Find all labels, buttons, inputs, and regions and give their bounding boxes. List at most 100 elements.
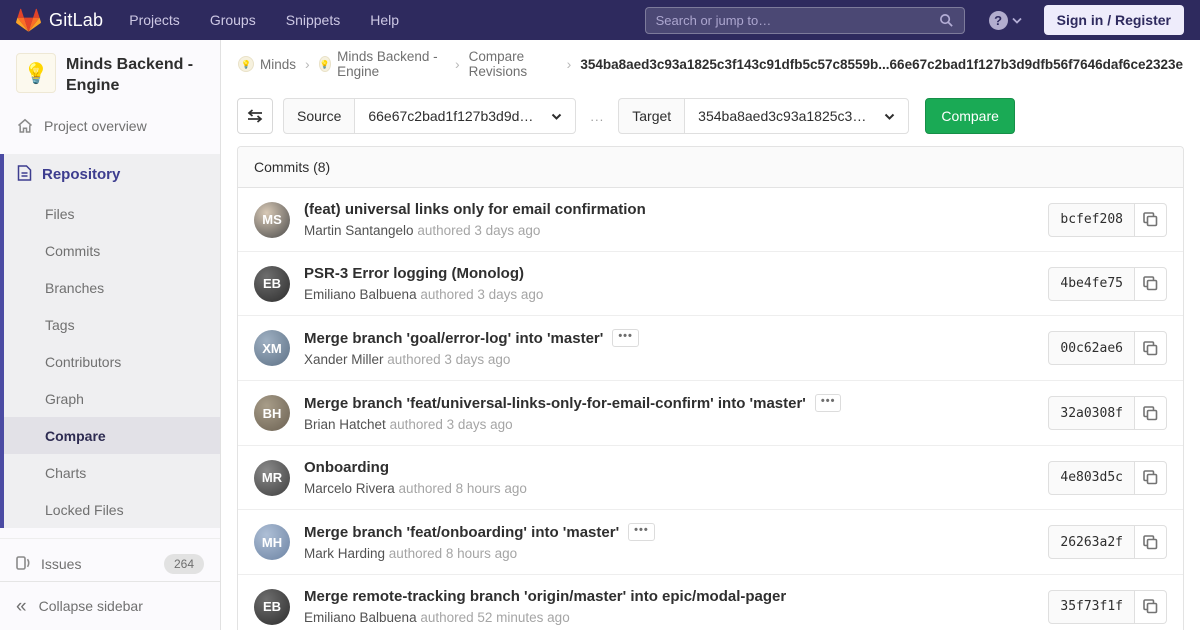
gitlab-logo[interactable]: GitLab [16, 8, 103, 33]
sidebar-item-locked-files[interactable]: Locked Files [4, 491, 220, 528]
commit-row: XM Merge branch 'goal/error-log' into 'm… [238, 316, 1183, 381]
commit-author-link[interactable]: Xander Miller [304, 352, 384, 367]
copy-commit-sha-button[interactable] [1135, 266, 1167, 301]
swap-revisions-button[interactable] [237, 98, 273, 134]
copy-commit-sha-button[interactable] [1135, 460, 1167, 495]
sidebar-item-branches[interactable]: Branches [4, 269, 220, 306]
sidebar-item-issues[interactable]: Issues 264 [0, 543, 220, 585]
commit-sha-widget: 35f73f1f [1048, 589, 1167, 624]
commit-sha-widget: 4e803d5c [1048, 460, 1167, 495]
source-ref-dropdown[interactable]: 66e67c2bad1f127b3d9d… [354, 98, 577, 134]
sidebar-item-project-overview[interactable]: Project overview [0, 106, 220, 146]
nav-groups[interactable]: Groups [210, 12, 256, 28]
sidebar-item-tags[interactable]: Tags [4, 306, 220, 343]
commit-row: EB PSR-3 Error logging (Monolog) ••• Emi… [238, 252, 1183, 316]
commit-meta: Xander Miller authored 3 days ago [304, 352, 1034, 367]
commit-title-link[interactable]: PSR-3 Error logging (Monolog) [304, 265, 524, 282]
repository-section: Repository Files Commits Branches Tags C… [0, 154, 220, 528]
target-group: Target 354ba8aed3c93a1825c3… [618, 98, 910, 134]
commit-row: MR Onboarding ••• Marcelo Rivera authore… [238, 446, 1183, 510]
sidebar-item-compare[interactable]: Compare [4, 417, 220, 454]
commit-author-link[interactable]: Marcelo Rivera [304, 481, 395, 496]
author-avatar[interactable]: MS [254, 201, 290, 238]
commit-sha-widget: bcfef208 [1048, 202, 1167, 237]
breadcrumb: 💡 Minds › 💡 Minds Backend - Engine › Com… [221, 40, 1200, 88]
commit-authored-time: authored 8 hours ago [388, 546, 518, 561]
target-ref-dropdown[interactable]: 354ba8aed3c93a1825c3… [684, 98, 910, 134]
issues-block: Issues 264 [0, 538, 220, 585]
sign-in-register-button[interactable]: Sign in / Register [1043, 5, 1184, 35]
nav-snippets[interactable]: Snippets [286, 12, 340, 28]
author-avatar[interactable]: XM [254, 330, 290, 366]
author-avatar[interactable]: BH [254, 395, 290, 431]
copy-commit-sha-button[interactable] [1135, 202, 1167, 237]
copy-icon [1143, 470, 1158, 485]
author-avatar[interactable]: EB [254, 265, 290, 302]
sidebar-item-contributors[interactable]: Contributors [4, 343, 220, 380]
commit-title-link[interactable]: Onboarding [304, 459, 389, 476]
commit-author-link[interactable]: Emiliano Balbuena [304, 287, 417, 302]
commit-author-link[interactable]: Mark Harding [304, 546, 385, 561]
commit-description-expander[interactable]: ••• [612, 329, 639, 347]
commit-title-link[interactable]: Merge branch 'goal/error-log' into 'mast… [304, 330, 603, 347]
compare-button[interactable]: Compare [925, 98, 1015, 134]
commit-sha[interactable]: 35f73f1f [1048, 589, 1135, 624]
breadcrumb-group[interactable]: 💡 Minds [238, 56, 296, 72]
commit-meta: Mark Harding authored 8 hours ago [304, 546, 1034, 561]
commit-author-link[interactable]: Emiliano Balbuena [304, 610, 417, 625]
commit-title-link[interactable]: Merge remote-tracking branch 'origin/mas… [304, 588, 786, 605]
commit-description-expander[interactable]: ••• [628, 523, 655, 541]
sidebar-item-repository[interactable]: Repository [4, 154, 220, 195]
project-header[interactable]: 💡 Minds Backend - Engine [0, 40, 220, 106]
breadcrumb-separator: › [566, 56, 572, 72]
search-input[interactable] [655, 12, 939, 28]
sidebar-item-files[interactable]: Files [4, 195, 220, 232]
commit-authored-time: authored 3 days ago [387, 352, 511, 367]
commit-author-link[interactable]: Martin Santangelo [304, 223, 414, 238]
commit-sha[interactable]: 32a0308f [1048, 396, 1135, 430]
commits-count-header: Commits (8) [238, 147, 1183, 188]
target-label: Target [618, 98, 685, 134]
copy-commit-sha-button[interactable] [1135, 331, 1167, 365]
global-search[interactable] [644, 6, 965, 34]
breadcrumb-label: Minds [260, 56, 297, 72]
author-avatar[interactable]: MH [254, 524, 290, 560]
help-menu[interactable]: ? [988, 10, 1022, 30]
copy-commit-sha-button[interactable] [1135, 525, 1167, 559]
sidebar-item-graph[interactable]: Graph [4, 380, 220, 417]
breadcrumb-separator: › [305, 56, 310, 72]
sidebar-item-label: Issues [41, 556, 82, 572]
commit-description-expander[interactable]: ••• [814, 394, 842, 412]
copy-commit-sha-button[interactable] [1135, 396, 1167, 430]
commit-title-link[interactable]: (feat) universal links only for email co… [304, 201, 646, 218]
breadcrumb-compare-revisions[interactable]: Compare Revisions [469, 49, 558, 79]
copy-icon [1143, 212, 1158, 227]
copy-commit-sha-button[interactable] [1135, 589, 1167, 624]
commit-title-link[interactable]: Merge branch 'feat/universal-links-only-… [304, 395, 806, 412]
commit-sha[interactable]: bcfef208 [1048, 202, 1135, 237]
author-avatar[interactable]: MR [254, 459, 290, 496]
commit-sha[interactable]: 26263a2f [1048, 525, 1135, 559]
nav-projects[interactable]: Projects [129, 12, 180, 28]
sidebar-item-label: Project overview [44, 118, 147, 134]
author-avatar[interactable]: EB [254, 588, 290, 625]
project-sidebar: 💡 Minds Backend - Engine Project overvie… [0, 40, 221, 630]
top-navbar: GitLab Projects Groups Snippets Help ? S… [0, 0, 1200, 40]
breadcrumb-current-revisions: 354ba8aed3c93a1825c3f143c91dfb5c57c8559b… [580, 56, 1183, 72]
commit-sha[interactable]: 4be4fe75 [1048, 266, 1135, 301]
home-icon [16, 118, 34, 134]
commit-title-link[interactable]: Merge branch 'feat/onboarding' into 'mas… [304, 524, 619, 541]
chevron-down-icon [1012, 17, 1022, 24]
sidebar-item-commits[interactable]: Commits [4, 232, 220, 269]
commit-sha[interactable]: 4e803d5c [1048, 460, 1135, 495]
breadcrumb-project[interactable]: 💡 Minds Backend - Engine [318, 49, 446, 79]
commit-meta: Marcelo Rivera authored 8 hours ago [304, 481, 1034, 496]
sidebar-item-charts[interactable]: Charts [4, 454, 220, 491]
collapse-sidebar-button[interactable]: « Collapse sidebar [0, 581, 220, 630]
commit-row: BH Merge branch 'feat/universal-links-on… [238, 381, 1183, 446]
commit-author-link[interactable]: Brian Hatchet [304, 417, 386, 432]
target-ref-value: 354ba8aed3c93a1825c3… [698, 108, 867, 124]
commit-sha[interactable]: 00c62ae6 [1048, 331, 1135, 365]
commit-meta: Emiliano Balbuena authored 52 minutes ag… [304, 610, 1034, 625]
nav-help[interactable]: Help [370, 12, 399, 28]
